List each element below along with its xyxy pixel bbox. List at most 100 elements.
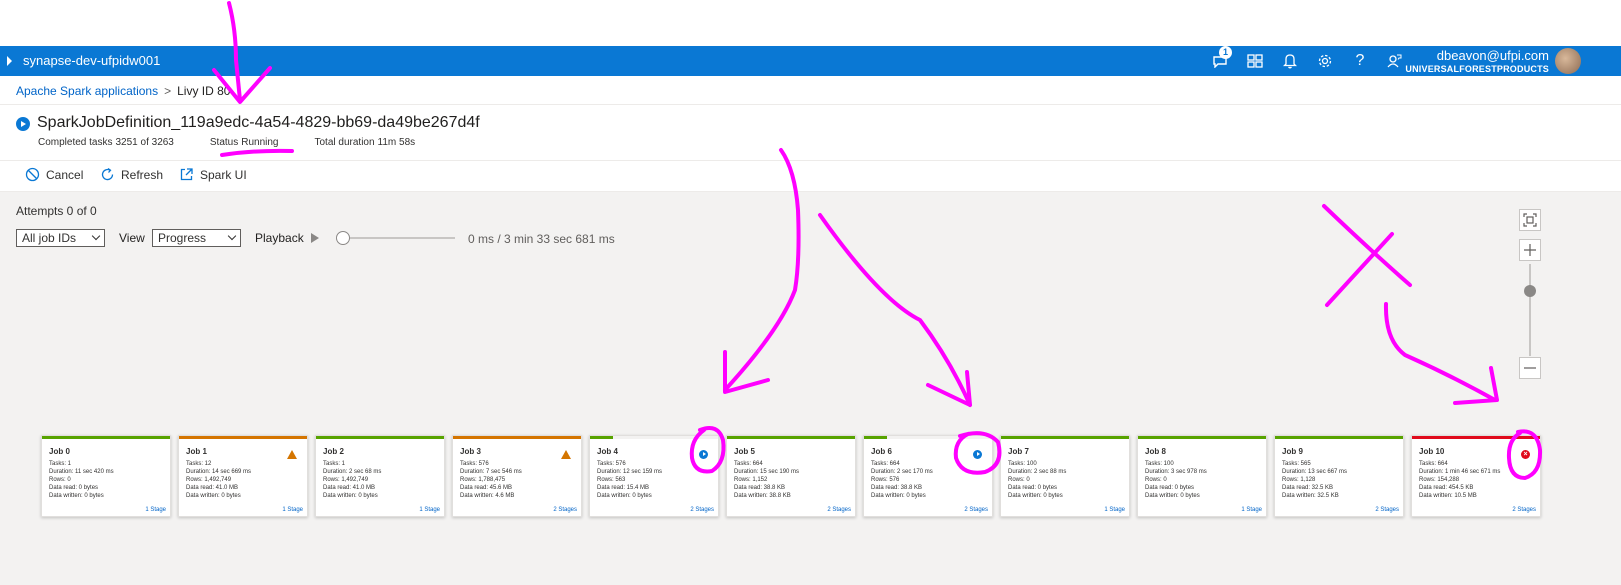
job-status-bar — [1412, 436, 1540, 439]
workspace-name[interactable]: synapse-dev-ufpidw001 — [23, 53, 160, 68]
cancel-button[interactable]: Cancel — [25, 167, 83, 182]
minus-icon — [1524, 367, 1536, 369]
chat-person-icon[interactable] — [1384, 51, 1404, 71]
job-card[interactable]: Job 7 Tasks: 100 Duration: 2 sec 88 ms Rows… — [1000, 435, 1130, 517]
job-stat-duration: Duration: 13 sec 667 ms — [1282, 469, 1348, 475]
job-stats: Tasks: 12 Duration: 14 sec 669 ms Rows: 1,… — [186, 460, 251, 500]
job-stat-tasks: Tasks: 100 — [1008, 461, 1037, 467]
job-stages-link[interactable]: 2 Stages — [553, 507, 577, 513]
fit-to-screen-button[interactable] — [1519, 209, 1541, 231]
job-card[interactable]: Job 0 Tasks: 1 Duration: 11 sec 420 ms Rows… — [41, 435, 171, 517]
job-stat-read: Data read: 0 bytes — [1008, 485, 1058, 491]
job-id-filter[interactable]: All job IDs — [16, 229, 105, 247]
job-stats: Tasks: 100 Duration: 2 sec 88 ms Rows: 0 Da… — [1008, 460, 1066, 500]
job-stat-tasks: Tasks: 1 — [323, 461, 346, 467]
job-stages-link[interactable]: 1 Stage — [145, 507, 166, 513]
job-stat-written: Data written: 0 bytes — [1145, 493, 1200, 499]
breadcrumb-spark-applications[interactable]: Apache Spark applications — [16, 84, 158, 98]
directory-icon[interactable] — [1245, 51, 1265, 71]
job-stat-read: Data read: 38.8 KB — [871, 485, 923, 491]
job-stat-tasks: Tasks: 1 — [49, 461, 72, 467]
job-card[interactable]: Job 4 Tasks: 576 Duration: 12 sec 159 ms Ro… — [589, 435, 719, 517]
job-id-filter-value: All job IDs — [22, 231, 77, 245]
zoom-slider-thumb[interactable] — [1524, 285, 1536, 297]
job-card[interactable]: Job 6 Tasks: 664 Duration: 2 sec 170 ms Row… — [863, 435, 993, 517]
play-icon[interactable] — [311, 233, 319, 243]
job-card[interactable]: Job 5 Tasks: 664 Duration: 15 sec 190 ms Ro… — [726, 435, 856, 517]
toolbar: Cancel Refresh Spark UI — [0, 161, 1621, 191]
job-card[interactable]: Job 3 Tasks: 576 Duration: 7 sec 546 ms Row… — [452, 435, 582, 517]
zoom-in-button[interactable] — [1519, 239, 1541, 261]
job-name: Job 0 — [49, 447, 70, 456]
bell-icon[interactable] — [1280, 51, 1300, 71]
completed-tasks-label: Completed tasks — [38, 137, 113, 148]
job-stat-read: Data read: 38.8 KB — [734, 485, 786, 491]
job-name: Job 9 — [1282, 447, 1303, 456]
job-name: Job 8 — [1145, 447, 1166, 456]
plus-icon — [1524, 244, 1536, 256]
expand-chevron-icon[interactable] — [7, 56, 12, 66]
job-stages-link[interactable]: 2 Stages — [964, 507, 988, 513]
job-stat-read: Data read: 45.6 MB — [460, 485, 513, 491]
divider — [0, 104, 1621, 105]
job-stages-link[interactable]: 1 Stage — [1104, 507, 1125, 513]
warning-icon — [561, 450, 571, 459]
zoom-out-button[interactable] — [1519, 357, 1541, 379]
playback-slider-track[interactable] — [343, 237, 455, 239]
job-card[interactable]: Job 9 Tasks: 565 Duration: 13 sec 667 ms Ro… — [1274, 435, 1404, 517]
spark-application-page: synapse-dev-ufpidw001 1 ? dbeavon@ufpi.c… — [0, 0, 1621, 585]
job-stats: Tasks: 664 Duration: 15 sec 190 ms Rows: 1… — [734, 460, 799, 500]
job-status-bar — [179, 436, 307, 439]
job-status-bar — [864, 436, 992, 439]
job-stat-rows: Rows: 1,492,749 — [186, 477, 232, 483]
job-stages-link[interactable]: 2 Stages — [1512, 507, 1536, 513]
chevron-down-icon — [91, 231, 101, 241]
user-org: UNIVERSALFORESTPRODUCTS — [1405, 64, 1549, 74]
job-stat-tasks: Tasks: 576 — [597, 461, 626, 467]
user-account[interactable]: dbeavon@ufpi.com UNIVERSALFORESTPRODUCTS — [1405, 49, 1549, 75]
job-stat-duration: Duration: 11 sec 420 ms — [49, 469, 114, 475]
playback-slider-thumb[interactable] — [336, 231, 350, 245]
running-status-icon — [16, 117, 30, 131]
job-stages-link[interactable]: 1 Stage — [1241, 507, 1262, 513]
gear-icon[interactable] — [1315, 51, 1335, 71]
job-stat-written: Data written: 0 bytes — [49, 493, 104, 499]
job-stat-duration: Duration: 1 min 46 sec 671 ms — [1419, 469, 1501, 475]
job-graph-canvas[interactable] — [0, 192, 1621, 585]
refresh-button[interactable]: Refresh — [100, 167, 163, 182]
job-card[interactable]: Job 8 Tasks: 100 Duration: 3 sec 978 ms Row… — [1137, 435, 1267, 517]
job-stat-duration: Duration: 3 sec 978 ms — [1145, 469, 1207, 475]
job-stat-rows: Rows: 0 — [1145, 477, 1167, 483]
job-stat-duration: Duration: 2 sec 68 ms — [323, 469, 382, 475]
job-status-bar — [590, 436, 718, 439]
job-stat-duration: Duration: 14 sec 669 ms — [186, 469, 252, 475]
job-stages-link[interactable]: 2 Stages — [1375, 507, 1399, 513]
total-duration-label: Total duration — [314, 137, 375, 148]
warning-icon — [287, 450, 297, 459]
view-select-value: Progress — [158, 231, 207, 245]
job-name: Job 6 — [871, 447, 892, 456]
job-stages-link[interactable]: 2 Stages — [690, 507, 714, 513]
spark-ui-label: Spark UI — [200, 167, 247, 182]
zoom-slider-track[interactable] — [1529, 264, 1531, 356]
job-stages-link[interactable]: 1 Stage — [419, 507, 440, 513]
job-stat-read: Data read: 41.0 MB — [186, 485, 239, 491]
job-status-bar — [42, 436, 170, 439]
job-stages-link[interactable]: 1 Stage — [282, 507, 303, 513]
job-stages-link[interactable]: 2 Stages — [827, 507, 851, 513]
job-card[interactable]: Job 2 Tasks: 1 Duration: 2 sec 68 ms Rows: … — [315, 435, 445, 517]
job-stats: Tasks: 664 Duration: 2 sec 170 ms Rows: 57… — [871, 460, 933, 500]
error-icon: × — [1521, 450, 1530, 459]
spark-ui-button[interactable]: Spark UI — [179, 167, 247, 182]
user-email: dbeavon@ufpi.com — [1436, 48, 1549, 63]
job-stat-duration: Duration: 2 sec 88 ms — [1008, 469, 1067, 475]
view-select[interactable]: Progress — [152, 229, 241, 247]
job-card[interactable]: Job 1 Tasks: 12 Duration: 14 sec 669 ms Row… — [178, 435, 308, 517]
status-label: Status — [209, 137, 239, 148]
job-stat-written: Data written: 0 bytes — [186, 493, 241, 499]
help-icon[interactable]: ? — [1350, 51, 1370, 71]
job-card[interactable]: Job 10 Tasks: 664 Duration: 1 min 46 sec 6… — [1411, 435, 1541, 517]
job-stat-tasks: Tasks: 100 — [1145, 461, 1174, 467]
completed-tasks-value: 3251 of 3263 — [115, 137, 174, 148]
avatar[interactable] — [1555, 48, 1581, 74]
